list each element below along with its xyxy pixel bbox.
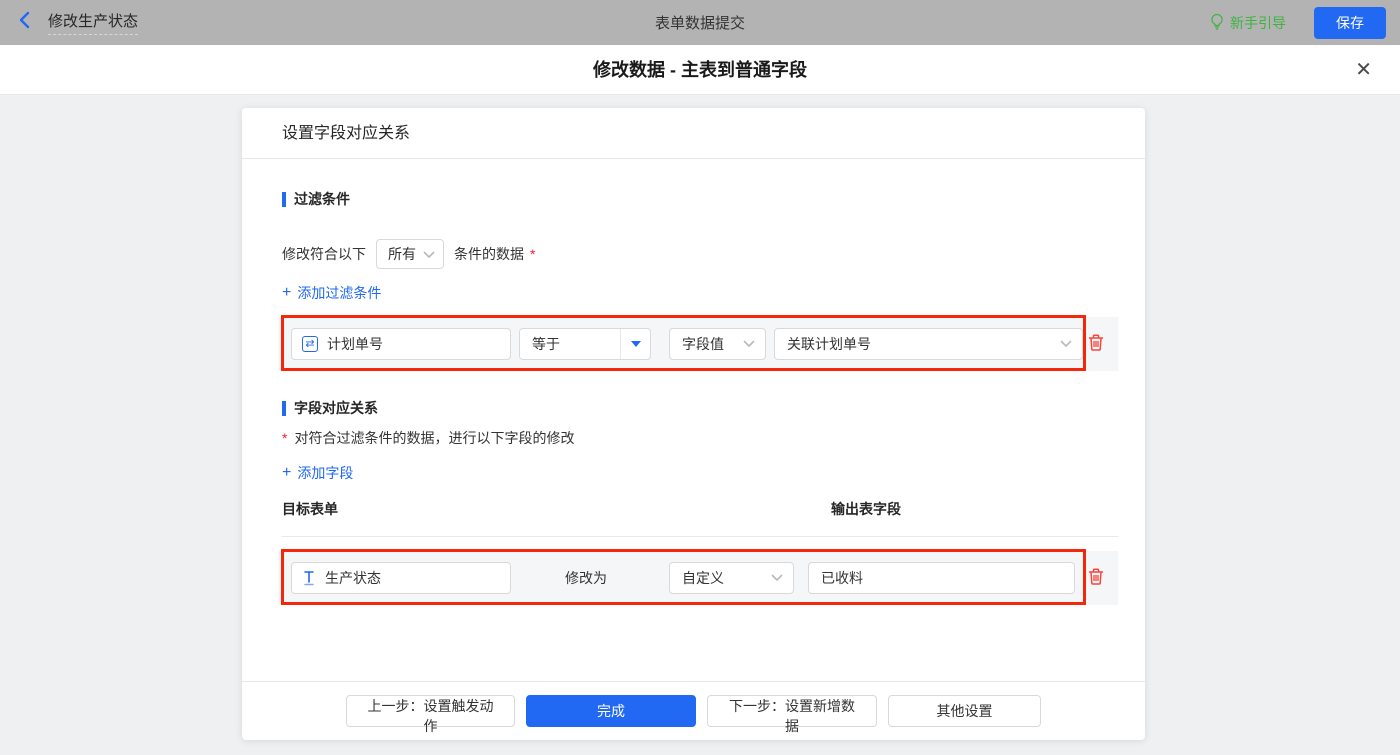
settings-card: 设置字段对应关系 过滤条件 修改符合以下 所有 条件的数据 * + 添加过滤条件… xyxy=(242,108,1145,740)
modify-to-label: 修改为 xyxy=(565,570,607,586)
linked-field-icon: ⇄ xyxy=(302,336,318,352)
topbar-actions: 新手引导 保存 xyxy=(1209,6,1386,39)
target-field-selector[interactable]: 生产状态 xyxy=(291,562,511,594)
page: 修改生产状态 表单数据提交 新手引导 保存 修改数据 - 主表到普通字段 ✕ 设… xyxy=(0,0,1400,755)
modify-mode-select[interactable]: 自定义 xyxy=(669,562,794,594)
value-field-value: 关联计划单号 xyxy=(787,336,871,352)
custom-value-input[interactable] xyxy=(808,562,1075,594)
card-footer: 上一步：设置触发动作 完成 下一步：设置新增数据 其他设置 xyxy=(242,681,1145,740)
match-mode-value: 所有 xyxy=(388,246,416,262)
section-marker xyxy=(282,191,286,207)
match-prefix-label: 修改符合以下 xyxy=(282,246,366,262)
chevron-down-icon xyxy=(771,569,783,587)
filter-section-title: 过滤条件 xyxy=(282,189,1118,209)
card-header-title: 设置字段对应关系 xyxy=(242,108,1145,159)
lightbulb-icon xyxy=(1209,13,1230,33)
section-marker xyxy=(282,400,286,416)
back-button[interactable] xyxy=(16,11,34,34)
filter-condition-row: ⇄ 计划单号 等于 字段值 关联计划单号 xyxy=(278,315,1118,371)
add-filter-condition-label: 添加过滤条件 xyxy=(297,285,382,301)
save-button[interactable]: 保存 xyxy=(1314,6,1386,39)
dialog-header: 修改数据 - 主表到普通字段 ✕ xyxy=(0,45,1400,95)
workflow-name[interactable]: 修改生产状态 xyxy=(48,10,139,35)
chevron-down-icon xyxy=(743,335,755,353)
trash-icon xyxy=(1087,333,1105,355)
target-form-header: 目标表单 xyxy=(282,501,338,517)
value-type-value: 字段值 xyxy=(682,336,724,352)
trash-icon xyxy=(1087,567,1105,589)
match-suffix-label: 条件的数据 xyxy=(454,246,524,262)
plus-icon: + xyxy=(282,464,292,481)
dialog-title: 修改数据 - 主表到普通字段 xyxy=(593,60,807,80)
value-field-select[interactable]: 关联计划单号 xyxy=(774,328,1083,360)
add-filter-condition-link[interactable]: + 添加过滤条件 xyxy=(282,283,381,303)
plus-icon: + xyxy=(282,284,292,301)
beginner-guide-link[interactable]: 新手引导 xyxy=(1209,13,1286,33)
caret-down-icon xyxy=(620,329,650,359)
text-field-icon xyxy=(302,570,316,586)
done-button[interactable]: 完成 xyxy=(526,695,696,727)
delete-field-button[interactable] xyxy=(1087,567,1105,589)
mapping-column-headers: 目标表单 输出表字段 xyxy=(282,499,1118,537)
mapping-section-title: 字段对应关系 xyxy=(282,398,1118,418)
top-bar: 修改生产状态 表单数据提交 新手引导 保存 xyxy=(0,0,1400,45)
chevron-down-icon xyxy=(423,246,435,262)
next-step-button[interactable]: 下一步：设置新增数据 xyxy=(707,695,877,734)
operator-select[interactable]: 等于 xyxy=(519,328,651,360)
output-field-header: 输出表字段 xyxy=(831,501,901,517)
delete-condition-button[interactable] xyxy=(1087,333,1105,355)
close-icon[interactable]: ✕ xyxy=(1355,58,1372,82)
other-settings-button[interactable]: 其他设置 xyxy=(888,695,1041,727)
mapping-section-label: 字段对应关系 xyxy=(294,400,378,416)
beginner-guide-label: 新手引导 xyxy=(1230,14,1286,31)
match-condition-row: 修改符合以下 所有 条件的数据 * xyxy=(282,239,1118,269)
filter-section-label: 过滤条件 xyxy=(294,191,350,207)
mapping-description-row: * 对符合过滤条件的数据，进行以下字段的修改 xyxy=(282,428,1118,448)
filter-field-value: 计划单号 xyxy=(327,336,383,352)
value-type-select[interactable]: 字段值 xyxy=(669,328,766,360)
add-field-label: 添加字段 xyxy=(297,465,354,481)
prev-step-button[interactable]: 上一步：设置触发动作 xyxy=(346,695,515,734)
back-chevron-icon xyxy=(16,11,34,34)
required-mark: * xyxy=(282,430,288,446)
topbar-center-title: 表单数据提交 xyxy=(654,15,745,32)
chevron-down-icon xyxy=(1060,335,1072,353)
mapping-description: 对符合过滤条件的数据，进行以下字段的修改 xyxy=(294,430,575,446)
match-mode-select[interactable]: 所有 xyxy=(376,239,444,269)
filter-field-selector[interactable]: ⇄ 计划单号 xyxy=(291,328,511,360)
field-mapping-row: 生产状态 修改为 自定义 xyxy=(278,549,1118,605)
required-mark: * xyxy=(530,246,536,262)
modify-mode-value: 自定义 xyxy=(682,570,724,586)
add-field-link[interactable]: + 添加字段 xyxy=(282,463,353,483)
target-field-value: 生产状态 xyxy=(325,570,381,586)
card-body: 过滤条件 修改符合以下 所有 条件的数据 * + 添加过滤条件 ⇄ 计划单号 等… xyxy=(242,189,1145,605)
operator-value: 等于 xyxy=(532,336,560,352)
